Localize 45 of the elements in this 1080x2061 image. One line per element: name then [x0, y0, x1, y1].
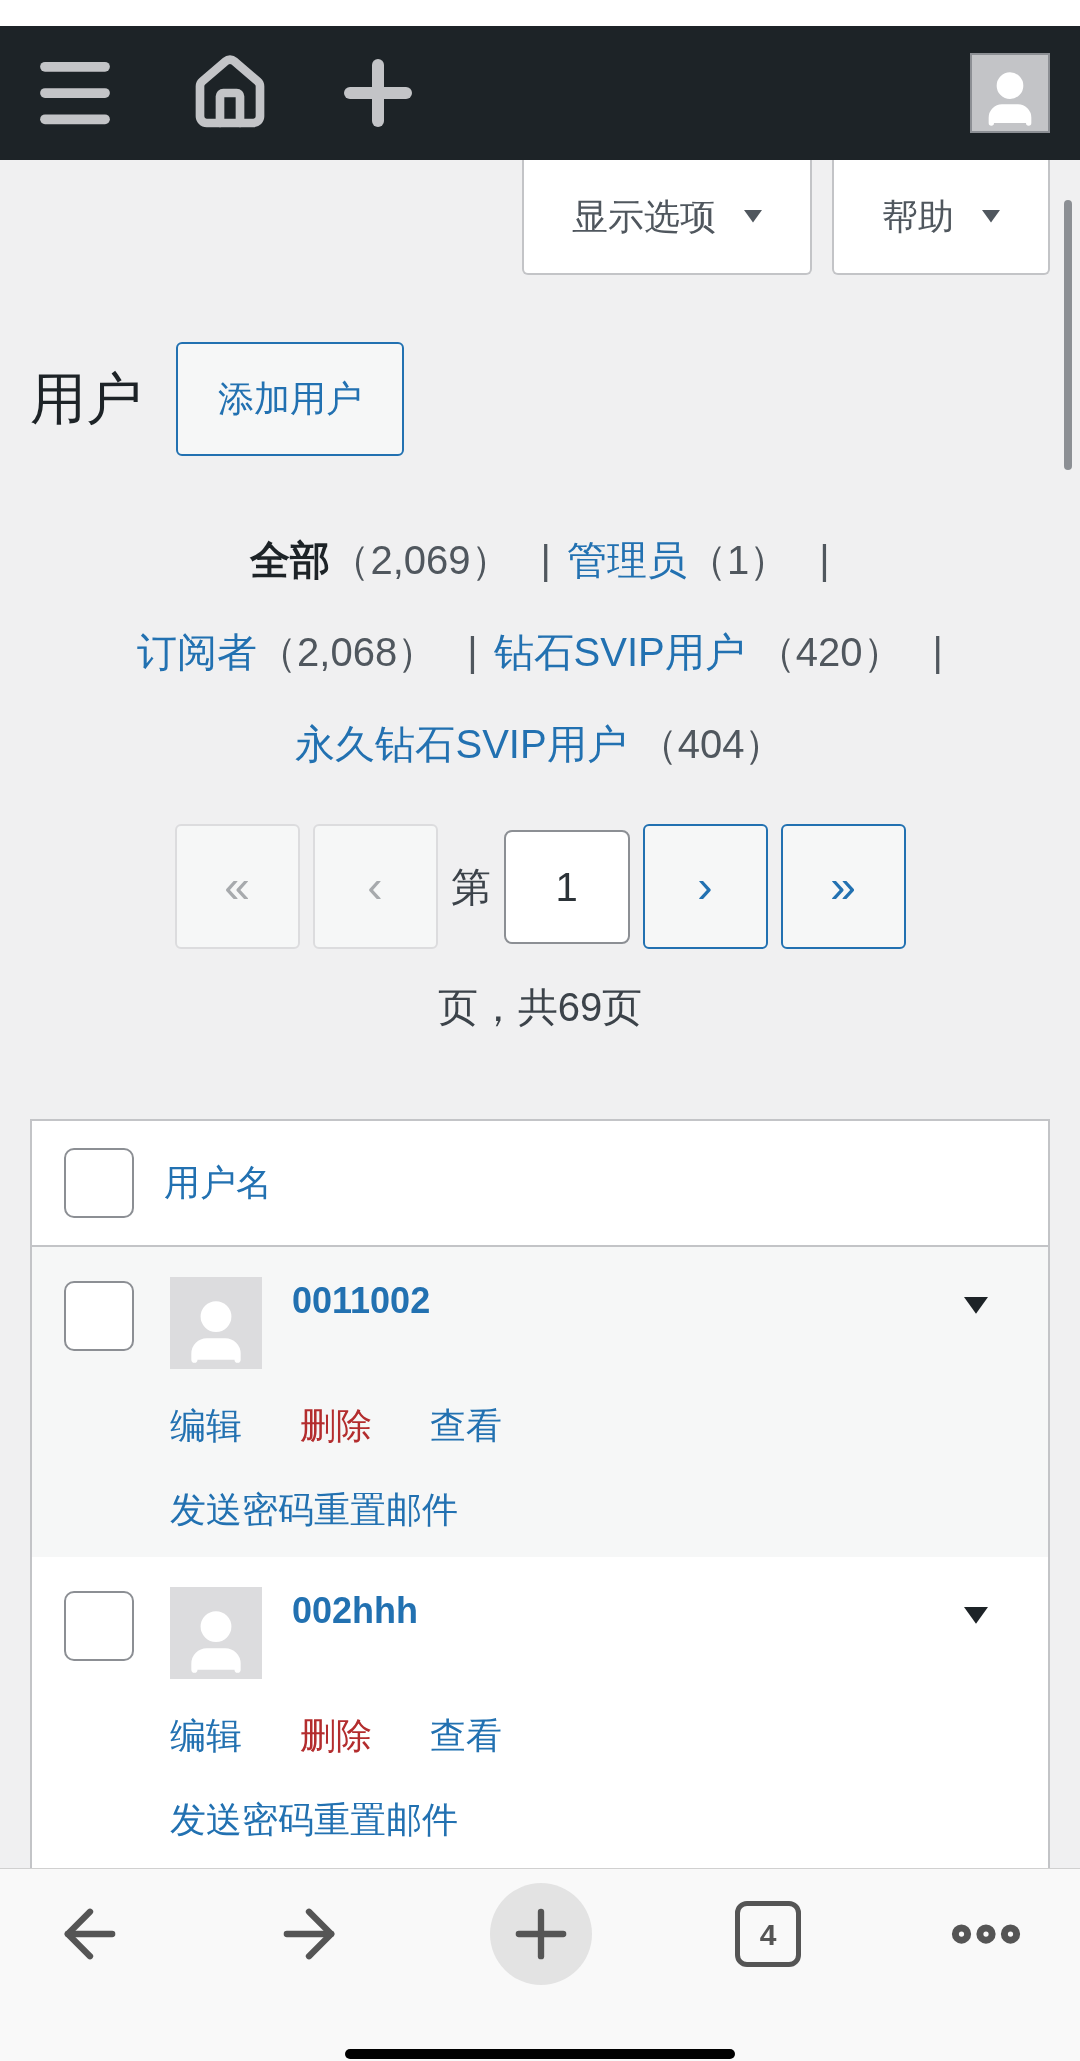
checkbox[interactable]: [64, 1591, 134, 1661]
pagination-button[interactable]: »: [780, 824, 906, 949]
separator: |: [467, 630, 478, 674]
caret-icon: [744, 210, 762, 223]
page-title: 用户: [30, 366, 142, 432]
toggle-row-button[interactable]: [964, 1297, 988, 1314]
filter-count: （404）: [636, 722, 785, 766]
screen-tab[interactable]: 显示选项: [522, 160, 812, 275]
filter-count: （1）: [686, 538, 790, 582]
toggle-row-button[interactable]: [964, 1607, 988, 1624]
filter-link[interactable]: 订阅者: [137, 630, 258, 674]
caret-icon: [982, 210, 1000, 223]
row-action-link[interactable]: 删除: [300, 1399, 372, 1453]
column-header[interactable]: 用户名: [164, 1156, 272, 1210]
row-action-link[interactable]: 编辑: [170, 1709, 242, 1763]
page-input[interactable]: 1: [503, 829, 630, 944]
caret-icon: [964, 1297, 988, 1314]
add-user-button[interactable]: 添加用户: [176, 342, 404, 456]
filter-count: （2,068）: [257, 630, 438, 674]
row-action-link[interactable]: 删除: [300, 1709, 372, 1763]
row-action-link[interactable]: 编辑: [170, 1399, 242, 1453]
row-action-link[interactable]: 查看: [430, 1399, 502, 1453]
separator: |: [540, 538, 551, 582]
caret-icon: [964, 1607, 988, 1624]
reset-password-link[interactable]: 发送密码重置邮件: [170, 1793, 502, 1847]
username-link[interactable]: 0011002: [292, 1281, 431, 1369]
page-prefix: 第: [450, 863, 491, 911]
filter-link[interactable]: 全部: [250, 538, 331, 582]
username-link[interactable]: 002hhh: [292, 1591, 419, 1679]
screen-tab[interactable]: 帮助: [832, 160, 1050, 275]
checkbox[interactable]: [64, 1148, 134, 1218]
checkbox[interactable]: [64, 1281, 134, 1351]
filter-link[interactable]: 永久钻石SVIP用户: [295, 722, 627, 766]
reset-password-link[interactable]: 发送密码重置邮件: [170, 1483, 502, 1537]
pagination-button[interactable]: ›: [642, 824, 768, 949]
filter-count: （420）: [754, 630, 903, 674]
filter-link[interactable]: 钻石SVIP用户: [493, 630, 745, 674]
tab-count[interactable]: 4: [735, 1901, 801, 1967]
page-total: 页，共69页: [436, 984, 644, 1031]
separator: |: [932, 630, 943, 674]
filter-count: （2,069）: [330, 538, 511, 582]
avatar[interactable]: [970, 53, 1050, 133]
row-action-link[interactable]: 查看: [430, 1709, 502, 1763]
filter-link[interactable]: 管理员: [566, 538, 687, 582]
separator: |: [819, 538, 830, 582]
